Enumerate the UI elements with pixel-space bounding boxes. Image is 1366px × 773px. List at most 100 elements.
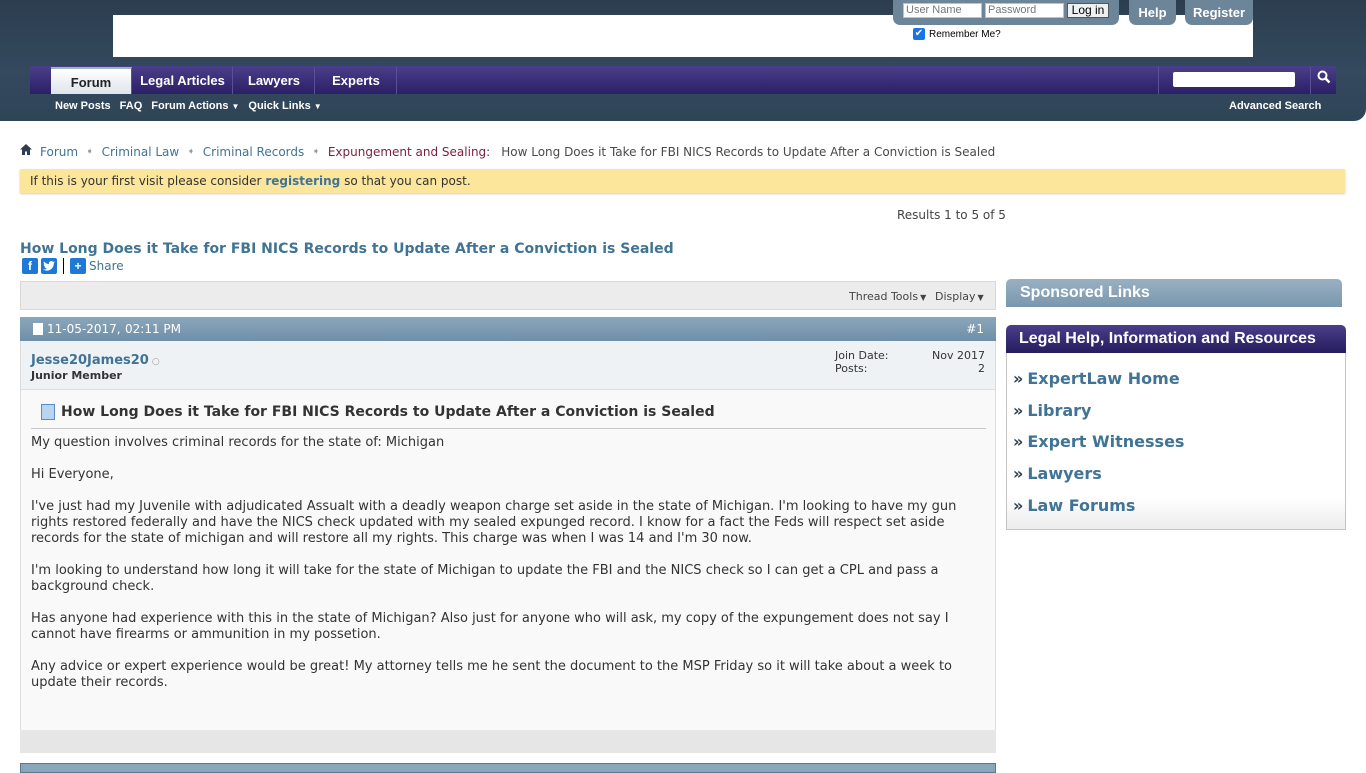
subnav-faq[interactable]: FAQ bbox=[120, 100, 143, 112]
register-button[interactable]: Register bbox=[1185, 0, 1253, 25]
tab-legal-articles[interactable]: Legal Articles bbox=[133, 67, 233, 94]
bullet-icon: » bbox=[1013, 369, 1024, 388]
subnav-forum-actions[interactable]: Forum Actions ▼ bbox=[151, 100, 239, 112]
breadcrumb-arrow-icon: ➧ bbox=[187, 146, 195, 157]
post-time: 02:11 PM bbox=[125, 322, 181, 336]
join-date-label: Join Date: bbox=[835, 349, 889, 362]
username-input[interactable]: User Name bbox=[903, 3, 982, 18]
thread-tools-label: Thread Tools bbox=[849, 290, 919, 303]
resource-link-label: ExpertLaw Home bbox=[1027, 369, 1180, 388]
chevron-down-icon: ▼ bbox=[313, 102, 322, 111]
thread-tools-bar: Thread Tools ▼ Display ▼ bbox=[20, 281, 996, 310]
post-paragraph: My question involves criminal records fo… bbox=[31, 435, 445, 450]
username-link[interactable]: Jesse20James20 ○ bbox=[31, 353, 160, 368]
resource-link-lawyers[interactable]: » Lawyers bbox=[1013, 464, 1102, 483]
breadcrumb: Forum ➧ Criminal Law ➧ Criminal Records … bbox=[20, 144, 995, 159]
post-paragraph: I've just had my Juvenile with adjudicat… bbox=[31, 499, 957, 546]
tab-forum[interactable]: Forum bbox=[51, 67, 132, 94]
share-plus-icon[interactable]: + bbox=[70, 258, 86, 274]
search-icon[interactable] bbox=[1310, 67, 1336, 94]
share-bar: f + Share bbox=[22, 258, 124, 274]
remember-me-label: Remember Me? bbox=[929, 28, 1001, 40]
thread-title[interactable]: How Long Does it Take for FBI NICS Recor… bbox=[20, 241, 674, 257]
subnav-quick-links-label: Quick Links bbox=[248, 100, 311, 112]
post-title-text: How Long Does it Take for FBI NICS Recor… bbox=[61, 404, 715, 420]
breadcrumb-arrow-icon: ➧ bbox=[86, 146, 94, 157]
post-message: My question involves criminal records fo… bbox=[31, 435, 981, 707]
help-button[interactable]: Help bbox=[1129, 0, 1176, 25]
post-paragraph: Any advice or expert experience would be… bbox=[31, 659, 952, 690]
offline-status-icon: ○ bbox=[151, 357, 160, 367]
document-icon bbox=[41, 404, 55, 420]
post-paragraph: Has anyone had experience with this in t… bbox=[31, 611, 949, 642]
breadcrumb-criminal-law[interactable]: Criminal Law bbox=[102, 145, 180, 159]
posts-count: 2 bbox=[978, 362, 985, 375]
resources-list: » ExpertLaw Home » Library » Expert Witness… bbox=[1006, 353, 1346, 530]
resource-link-label: Library bbox=[1027, 401, 1092, 420]
resource-link-law-forums[interactable]: » Law Forums bbox=[1013, 496, 1135, 515]
breadcrumb-current-forum[interactable]: Expungement and Sealing: bbox=[328, 145, 490, 159]
resource-link-label: Law Forums bbox=[1027, 496, 1136, 515]
share-label[interactable]: Share bbox=[89, 259, 124, 273]
resource-link-label: Expert Witnesses bbox=[1027, 432, 1185, 451]
post-body: How Long Does it Take for FBI NICS Recor… bbox=[20, 390, 996, 730]
main-nav: Forum Legal Articles Lawyers Experts bbox=[30, 66, 1336, 94]
subnav-new-posts[interactable]: New Posts bbox=[55, 100, 111, 112]
post-user-info: Jesse20James20 ○ Junior Member Join Date:… bbox=[20, 341, 996, 390]
bullet-icon: » bbox=[1013, 464, 1024, 483]
tab-lawyers[interactable]: Lawyers bbox=[234, 67, 315, 94]
post-header: 11-05-2017, 02:11 PM #1 bbox=[20, 317, 996, 341]
login-button[interactable]: Log in bbox=[1067, 3, 1109, 18]
facebook-icon[interactable]: f bbox=[22, 258, 38, 274]
chevron-down-icon: ▼ bbox=[920, 293, 927, 302]
post-paragraph: I'm looking to understand how long it wi… bbox=[31, 563, 939, 594]
post-status-icon bbox=[33, 323, 43, 335]
sponsored-links-header: Sponsored Links bbox=[1006, 279, 1342, 307]
sub-nav: New Posts FAQ Forum Actions ▼ Quick Links… bbox=[55, 100, 322, 112]
display-menu[interactable]: Display ▼ bbox=[935, 290, 984, 303]
search-input[interactable] bbox=[1173, 72, 1295, 87]
display-label: Display bbox=[935, 290, 976, 303]
register-link[interactable]: registering bbox=[265, 174, 340, 188]
first-visit-notice: If this is your first visit please consi… bbox=[20, 169, 1345, 193]
resource-link-expertlaw-home[interactable]: » ExpertLaw Home bbox=[1013, 369, 1180, 388]
bullet-icon: » bbox=[1013, 401, 1024, 420]
resource-link-expert-witnesses[interactable]: » Expert Witnesses bbox=[1013, 432, 1184, 451]
subnav-quick-links[interactable]: Quick Links ▼ bbox=[248, 100, 321, 112]
bullet-icon: » bbox=[1013, 496, 1024, 515]
advanced-search-link[interactable]: Advanced Search bbox=[1229, 100, 1321, 112]
results-count: Results 1 to 5 of 5 bbox=[897, 208, 1006, 222]
post-title-divider bbox=[31, 428, 986, 429]
thread-tools-menu[interactable]: Thread Tools ▼ bbox=[849, 290, 926, 303]
bullet-icon: » bbox=[1013, 432, 1024, 451]
chevron-down-icon: ▼ bbox=[231, 102, 240, 111]
checkbox-checked-icon[interactable]: ✔ bbox=[913, 28, 925, 40]
join-date-value: Nov 2017 bbox=[932, 349, 985, 362]
post-footer bbox=[20, 730, 996, 753]
resources-header: Legal Help, Information and Resources bbox=[1006, 325, 1346, 353]
post-paragraph: Hi Everyone, bbox=[31, 467, 114, 482]
notice-prefix: If this is your first visit please consi… bbox=[30, 174, 266, 188]
twitter-icon[interactable] bbox=[41, 258, 57, 274]
share-divider bbox=[63, 258, 64, 274]
breadcrumb-forum[interactable]: Forum bbox=[40, 145, 78, 159]
post-title: How Long Does it Take for FBI NICS Recor… bbox=[41, 404, 715, 420]
posts-label: Posts: bbox=[835, 362, 868, 375]
subnav-forum-actions-label: Forum Actions bbox=[151, 100, 229, 112]
breadcrumb-current-thread: How Long Does it Take for FBI NICS Recor… bbox=[501, 144, 996, 159]
password-input[interactable]: Password bbox=[985, 3, 1064, 18]
username: Jesse20James20 bbox=[31, 353, 149, 368]
resource-link-library[interactable]: » Library bbox=[1013, 401, 1091, 420]
chevron-down-icon: ▼ bbox=[977, 293, 984, 302]
tab-experts[interactable]: Experts bbox=[316, 67, 397, 94]
resource-link-label: Lawyers bbox=[1027, 464, 1102, 483]
site-header: User Name Password Log in ✔ Remember Me?… bbox=[0, 0, 1366, 121]
next-post-header bbox=[20, 763, 996, 773]
remember-me[interactable]: ✔ Remember Me? bbox=[913, 28, 1001, 40]
post-number-link[interactable]: #1 bbox=[966, 317, 984, 341]
breadcrumb-criminal-records[interactable]: Criminal Records bbox=[203, 145, 305, 159]
home-icon[interactable] bbox=[20, 144, 32, 159]
login-box: User Name Password Log in bbox=[893, 0, 1119, 25]
post-date: 11-05-2017, bbox=[47, 322, 121, 336]
breadcrumb-arrow-icon: ➧ bbox=[312, 146, 320, 157]
